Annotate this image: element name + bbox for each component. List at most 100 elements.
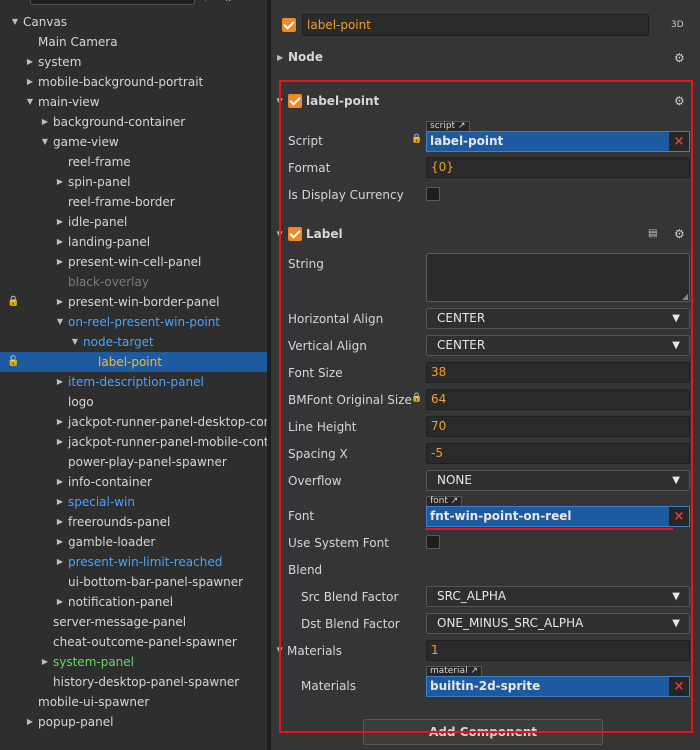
tree-row[interactable]: ▶ info-container bbox=[0, 472, 267, 492]
collapse-arrow-icon[interactable]: ▶ bbox=[276, 98, 285, 104]
materials-count-input[interactable]: 1 bbox=[426, 640, 690, 661]
tree-row[interactable]: ▶ freerounds-panel bbox=[0, 512, 267, 532]
horizontal-align-select[interactable]: CENTER ▼ bbox=[426, 308, 690, 329]
script-asset-field[interactable]: label-point × bbox=[426, 131, 690, 152]
spacing-x-input[interactable]: -5 bbox=[426, 443, 690, 464]
line-height-input[interactable]: 70 bbox=[426, 416, 690, 437]
tree-row[interactable]: ▶ gamble-loader bbox=[0, 532, 267, 552]
expand-arrow-icon[interactable]: ▶ bbox=[40, 112, 50, 132]
tree-row[interactable]: ▶ present-win-limit-reached bbox=[0, 552, 267, 572]
node-section-title[interactable]: Node bbox=[288, 50, 323, 64]
clear-icon[interactable]: × bbox=[669, 132, 689, 151]
collapse-arrow-icon[interactable]: ▼ bbox=[10, 12, 20, 32]
dst-blend-select[interactable]: ONE_MINUS_SRC_ALPHA ▼ bbox=[426, 613, 690, 634]
gear-icon[interactable]: ⚙ bbox=[674, 52, 685, 64]
tree-row[interactable]: history-desktop-panel-spawner bbox=[0, 672, 267, 692]
font-size-input[interactable]: 38 bbox=[426, 362, 690, 383]
tree-row[interactable]: ▼ game-view bbox=[0, 132, 267, 152]
material-asset-field[interactable]: builtin-2d-sprite × bbox=[426, 676, 690, 697]
search-icon[interactable]: ⌕ bbox=[205, 0, 215, 4]
tree-row[interactable]: 🔓 label-point bbox=[0, 352, 267, 372]
format-input[interactable]: {0} bbox=[426, 157, 690, 178]
collapse-icon[interactable]: ≡ bbox=[244, 0, 254, 4]
tree-row[interactable]: ▶ special-win bbox=[0, 492, 267, 512]
gear-icon[interactable]: ⚙ bbox=[674, 228, 685, 240]
tree-row[interactable]: ▶ mobile-background-portrait bbox=[0, 72, 267, 92]
tree-row[interactable]: reel-frame bbox=[0, 152, 267, 172]
collapse-arrow-icon[interactable]: ▼ bbox=[25, 92, 35, 112]
expand-arrow-icon[interactable]: ▶ bbox=[25, 72, 35, 92]
tree-row[interactable]: ui-bottom-bar-panel-spawner bbox=[0, 572, 267, 592]
book-icon[interactable]: ▤ bbox=[648, 228, 657, 239]
label-component-title[interactable]: Label bbox=[306, 227, 343, 241]
component-enabled-checkbox[interactable] bbox=[288, 94, 302, 108]
tree-row[interactable]: mobile-ui-spawner bbox=[0, 692, 267, 712]
tree-row[interactable]: ▼ main-view bbox=[0, 92, 267, 112]
expand-arrow-icon[interactable]: ▶ bbox=[55, 412, 65, 432]
tree-row[interactable]: ▶ popup-panel bbox=[0, 712, 267, 732]
tree-row[interactable]: power-play-panel-spawner bbox=[0, 452, 267, 472]
tree-row[interactable]: ▶ system bbox=[0, 52, 267, 72]
tree-row[interactable]: Main Camera bbox=[0, 32, 267, 52]
expand-arrow-icon[interactable]: ▶ bbox=[55, 292, 65, 312]
expand-arrow-icon[interactable]: ▶ bbox=[55, 172, 65, 192]
expand-arrow-icon[interactable]: ▶ bbox=[40, 652, 50, 672]
tree-row[interactable]: ▼ node-target bbox=[0, 332, 267, 352]
expand-arrow-icon[interactable]: ▶ bbox=[55, 492, 65, 512]
use-system-font-checkbox[interactable] bbox=[426, 535, 440, 549]
tree-row[interactable]: ▶ landing-panel bbox=[0, 232, 267, 252]
tree-row[interactable]: cheat-outcome-panel-spawner bbox=[0, 632, 267, 652]
tree-row[interactable]: ▶ 🔒 present-win-border-panel bbox=[0, 292, 267, 312]
expand-arrow-icon[interactable]: ▶ bbox=[55, 432, 65, 452]
tree-row[interactable]: ▶ system-panel bbox=[0, 652, 267, 672]
tree-row[interactable]: ▼ on-reel-present-win-point bbox=[0, 312, 267, 332]
expand-arrow-icon[interactable]: ▶ bbox=[55, 472, 65, 492]
tree-row[interactable]: ▶ jackpot-runner-panel-mobile-conta bbox=[0, 432, 267, 452]
tree-row[interactable]: server-message-panel bbox=[0, 612, 267, 632]
font-asset-field[interactable]: fnt-win-point-on-reel × bbox=[426, 506, 690, 527]
tree-row[interactable]: ▶ idle-panel bbox=[0, 212, 267, 232]
tree-row[interactable]: logo bbox=[0, 392, 267, 412]
string-textarea[interactable]: ◢ bbox=[426, 253, 690, 302]
overflow-select[interactable]: NONE ▼ bbox=[426, 470, 690, 491]
tree-row[interactable]: ▶ item-description-panel bbox=[0, 372, 267, 392]
vertical-align-select[interactable]: CENTER ▼ bbox=[426, 335, 690, 356]
expand-arrow-icon[interactable]: ▶ bbox=[55, 552, 65, 572]
expand-arrow-icon[interactable]: ▶ bbox=[55, 512, 65, 532]
collapse-arrow-icon[interactable]: ▼ bbox=[40, 132, 50, 152]
display-currency-checkbox[interactable] bbox=[426, 187, 440, 201]
expand-arrow-icon[interactable]: ▶ bbox=[25, 712, 35, 732]
expand-arrow-icon[interactable]: ▶ bbox=[55, 212, 65, 232]
hierarchy-search-input[interactable] bbox=[30, 0, 195, 5]
src-blend-select[interactable]: SRC_ALPHA ▼ bbox=[426, 586, 690, 607]
tree-row[interactable]: reel-frame-border bbox=[0, 192, 267, 212]
expand-arrow-icon[interactable]: ▶ bbox=[55, 372, 65, 392]
sort-icon[interactable]: ⇅ bbox=[224, 0, 234, 4]
bmfont-size-input[interactable]: 64 bbox=[426, 389, 690, 410]
component-title[interactable]: label-point bbox=[306, 94, 379, 108]
lock-icon[interactable]: 🔒 bbox=[7, 292, 19, 312]
node-name-input[interactable]: label-point bbox=[302, 14, 649, 36]
resize-handle-icon[interactable]: ◢ bbox=[682, 292, 688, 301]
collapse-arrow-icon[interactable]: ▼ bbox=[70, 332, 80, 352]
expand-arrow-icon[interactable]: ▶ bbox=[55, 232, 65, 252]
collapse-arrow-icon[interactable]: ▼ bbox=[55, 312, 65, 332]
expand-arrow-icon[interactable]: ▶ bbox=[55, 252, 65, 272]
expand-arrow-icon[interactable]: ▶ bbox=[55, 592, 65, 612]
clear-icon[interactable]: × bbox=[669, 677, 689, 696]
add-component-button[interactable]: Add Component bbox=[363, 719, 603, 745]
tree-row[interactable]: ▶ spin-panel bbox=[0, 172, 267, 192]
tree-row[interactable]: ▶ notification-panel bbox=[0, 592, 267, 612]
clear-icon[interactable]: × bbox=[669, 507, 689, 526]
tree-row[interactable]: ▶ jackpot-runner-panel-desktop-cont bbox=[0, 412, 267, 432]
node-active-checkbox[interactable] bbox=[282, 18, 296, 32]
unlock-icon[interactable]: 🔓 bbox=[7, 352, 19, 372]
gear-icon[interactable]: ⚙ bbox=[674, 95, 685, 107]
tree-row[interactable]: ▶ present-win-cell-panel bbox=[0, 252, 267, 272]
tree-row[interactable]: black-overlay bbox=[0, 272, 267, 292]
expand-arrow-icon[interactable]: ▶ bbox=[55, 532, 65, 552]
label-enabled-checkbox[interactable] bbox=[288, 227, 302, 241]
collapse-arrow-icon[interactable]: ▶ bbox=[276, 647, 285, 653]
expand-arrow-icon[interactable]: ▶ bbox=[277, 53, 283, 62]
3d-badge[interactable]: 3D bbox=[671, 20, 684, 30]
